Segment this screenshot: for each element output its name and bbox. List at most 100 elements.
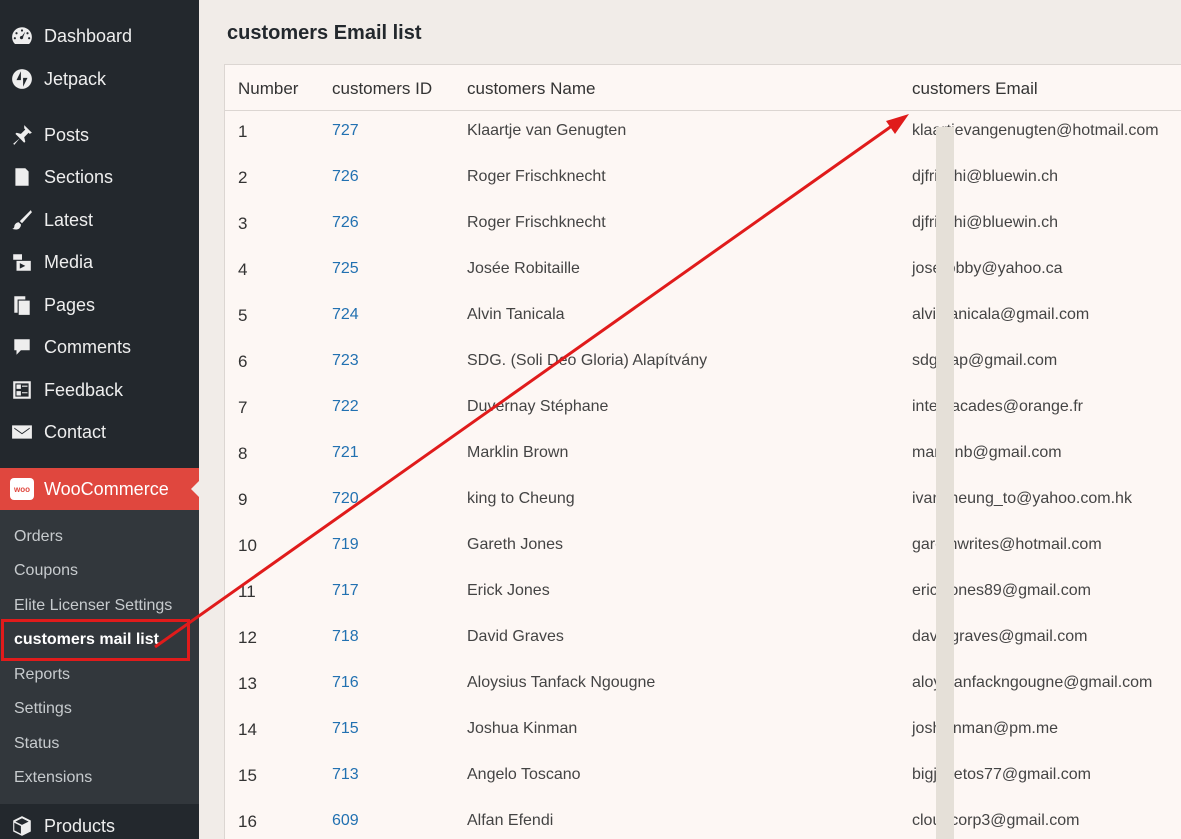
cell-customer-id[interactable]: 727 [332,122,359,140]
sidebar-item-products[interactable]: Products [0,806,199,839]
cell-customer-id[interactable]: 720 [332,490,359,508]
cell-number: 10 [238,536,257,555]
mail-icon [0,421,44,443]
cell-number: 6 [238,352,248,371]
comment-icon [0,336,44,358]
cell-customer-id[interactable]: 725 [332,260,359,278]
sidebar-item-label: Sections [44,166,114,187]
cell-customer-name: Duvernay Stéphane [467,398,609,415]
cell-customer-email: joshkinman@pm.me [912,720,1059,737]
cell-customer-name: Josée Robitaille [467,260,580,277]
sidebar-item-pages[interactable]: Pages [0,285,199,325]
table-row: 8 721 Marklin Brown marklinb@gmail.com [225,444,1181,490]
cell-customer-name: Roger Frischknecht [467,214,606,231]
sidebar-item-label: Jetpack [44,68,107,89]
submenu-item-settings[interactable]: Settings [14,700,72,718]
cell-customer-email: djfrischi@bluewin.ch [912,168,1059,185]
sidebar-item-woocommerce[interactable]: woo WooCommerce [0,468,199,510]
cell-number: 2 [238,168,248,187]
table-row: 2 726 Roger Frischknecht djfrischi@bluewin.… [225,168,1181,214]
cell-customer-name: Angelo Toscano [467,766,581,783]
column-header-number: Number [238,79,299,98]
feedback-icon [0,379,44,401]
cell-customer-id[interactable]: 719 [332,536,359,554]
table-row: 5 724 Alvin Tanicala alvintanicala@gmail.co… [225,306,1181,352]
cell-customer-id[interactable]: 724 [332,306,359,324]
cell-customer-name: Erick Jones [467,582,550,599]
sidebar-item-sections[interactable]: Sections [0,157,199,197]
table-header: Number customers ID customers Name custo… [225,65,1181,111]
submenu-item-elite-licenser-settings[interactable]: Elite Licenser Settings [14,597,172,615]
table-row: 3 726 Roger Frischknecht djfrischi@bluewin.… [225,214,1181,260]
table-row: 7 722 Duvernay Stéphane intercacades@orange… [225,398,1181,444]
jetpack-icon [0,68,44,90]
woocommerce-icon: woo [0,478,44,500]
table-row: 14 715 Joshua Kinman joshkinman@pm.me [225,720,1181,766]
submenu-item-extensions[interactable]: Extensions [14,769,92,787]
cell-customer-id[interactable]: 609 [332,812,359,830]
table-row: 9 720 king to Cheung ivancheung_to@yahoo.co… [225,490,1181,536]
brush-icon [0,209,44,231]
annotation-highlight-box [1,619,190,661]
cell-customer-id[interactable]: 715 [332,720,359,738]
cell-customer-id[interactable]: 713 [332,766,359,784]
cell-customer-email: sdgalap@gmail.com [912,352,1058,369]
sidebar-item-latest[interactable]: Latest [0,200,199,240]
sidebar-item-label: Comments [44,336,132,357]
cell-customer-name: king to Cheung [467,490,575,507]
box-icon [0,815,44,837]
cell-number: 3 [238,214,248,233]
cell-customer-email: joserobby@yahoo.ca [912,260,1063,277]
dashboard-icon [0,25,44,47]
table-row: 12 718 David Graves davidgraves@gmail.com [225,628,1181,674]
current-menu-arrow [191,481,199,497]
cell-customer-name: Aloysius Tanfack Ngougne [467,674,656,691]
cell-customer-id[interactable]: 718 [332,628,359,646]
cell-customer-name: SDG. (Soli Deo Gloria) Alapítvány [467,352,708,369]
cell-customer-id[interactable]: 726 [332,168,359,186]
cell-number: 16 [238,812,257,831]
sidebar-item-label: Products [44,815,116,836]
cell-customer-name: Roger Frischknecht [467,168,606,185]
submenu-item-orders[interactable]: Orders [14,528,63,546]
scrollbar[interactable] [936,127,954,839]
sidebar-item-media[interactable]: Media [0,242,199,282]
cell-customer-name: Alvin Tanicala [467,306,565,323]
cell-customer-id[interactable]: 716 [332,674,359,692]
cell-customer-id[interactable]: 717 [332,582,359,600]
cell-customer-name: Joshua Kinman [467,720,578,737]
sidebar-item-feedback[interactable]: Feedback [0,370,199,410]
sidebar-item-label: Contact [44,421,107,442]
table-row: 13 716 Aloysius Tanfack Ngougne aloystanfac… [225,674,1181,720]
cell-customer-id[interactable]: 721 [332,444,359,462]
table-row: 4 725 Josée Robitaille joserobby@yahoo.ca [225,260,1181,306]
sidebar-item-label: WooCommerce [44,478,169,499]
sidebar-item-dashboard[interactable]: Dashboard [0,16,199,56]
sidebar-item-posts[interactable]: Posts [0,115,199,155]
column-header-customer-id: customers ID [332,79,433,98]
submenu-item-coupons[interactable]: Coupons [14,562,78,580]
cell-customer-id[interactable]: 723 [332,352,359,370]
customers-table: Number customers ID customers Name custo… [224,64,1181,839]
cell-customer-id[interactable]: 726 [332,214,359,232]
cell-number: 7 [238,398,248,417]
page-title: customers Email list [227,22,422,44]
sidebar-item-label: Latest [44,209,94,230]
cell-customer-email: djfrischi@bluewin.ch [912,214,1059,231]
sidebar-item-contact[interactable]: Contact [0,412,199,452]
sidebar-item-label: Dashboard [44,25,133,46]
cell-customer-name: Gareth Jones [467,536,564,553]
sidebar-item-comments[interactable]: Comments [0,327,199,367]
submenu-item-reports[interactable]: Reports [14,666,70,684]
document-icon [0,166,44,188]
cell-customer-id[interactable]: 722 [332,398,359,416]
cell-number: 11 [238,582,256,601]
cell-customer-email: marklinb@gmail.com [912,444,1062,461]
column-header-customer-name: customers Name [467,79,596,98]
cell-number: 4 [238,260,248,279]
sidebar-item-label: Feedback [44,379,124,400]
table-row: 15 713 Angelo Toscano bigjaketos77@gmail.co… [225,766,1181,812]
cell-number: 12 [238,628,257,647]
submenu-item-status[interactable]: Status [14,735,59,753]
sidebar-item-jetpack[interactable]: Jetpack [0,59,199,99]
